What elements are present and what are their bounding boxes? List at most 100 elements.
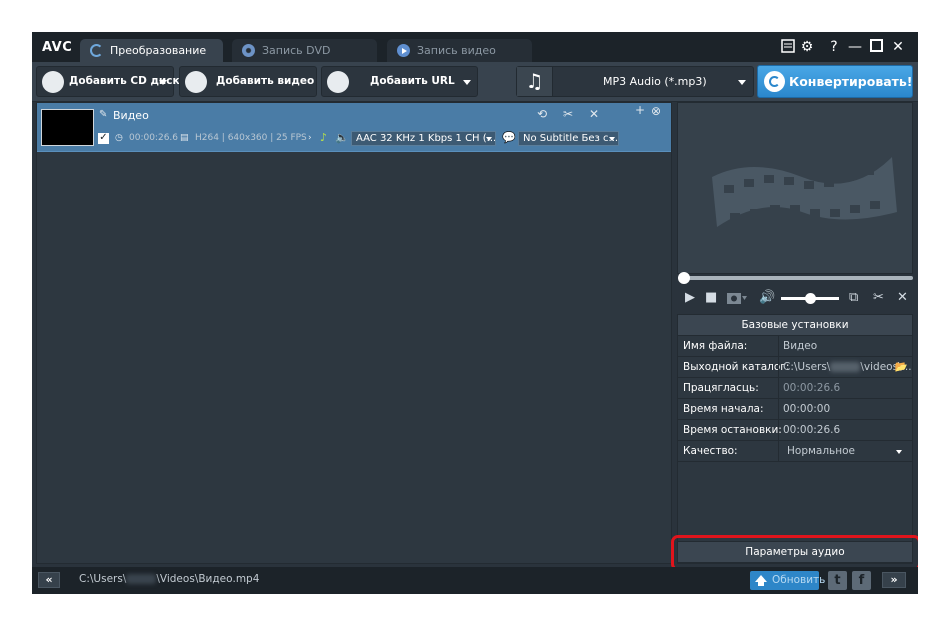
redacted-username: [830, 362, 861, 372]
add-video-button[interactable]: Добавить видео: [179, 66, 317, 97]
file-list[interactable]: ✎ Видео ✓ ◷ 00:00:26.6 ▤ H264 | 640x360 …: [36, 102, 672, 564]
chevron-down-icon: [486, 137, 492, 141]
scissors-icon[interactable]: ✂: [563, 107, 573, 121]
output-path-prefix: C:\Users\: [79, 573, 127, 585]
settings-key: Время остановки:: [683, 424, 782, 436]
minimize-icon[interactable]: —: [847, 39, 863, 55]
status-bar: « C:\Users\ \Videos\Видео.mp4 Обновить t …: [32, 567, 918, 594]
chevron-down-icon[interactable]: [463, 80, 471, 85]
video-thumbnail: [41, 109, 94, 146]
quality-select[interactable]: Нормальное: [778, 441, 912, 461]
pencil-icon[interactable]: ✎: [99, 109, 107, 120]
subtitle-value: No Subtitle Без с...: [523, 133, 619, 144]
film-add-icon: [185, 71, 207, 93]
film-reel-icon: [712, 157, 897, 227]
add-url-button[interactable]: Добавить URL: [321, 66, 478, 97]
globe-add-icon: [327, 71, 349, 93]
filename-field[interactable]: Видео: [778, 336, 912, 356]
settings-row-start-time: Время начала: 00:00:00: [678, 399, 912, 420]
volume-icon[interactable]: 🔊: [759, 291, 775, 305]
expand-button[interactable]: »: [882, 572, 906, 588]
settings-key: Працягласць:: [683, 382, 759, 394]
duration-value: 00:00:26.6: [778, 378, 912, 398]
output-dir-field[interactable]: C:\Users\ \videos\...: [778, 357, 912, 377]
twitter-icon[interactable]: t: [828, 571, 847, 590]
file-title[interactable]: Видео: [113, 109, 149, 122]
start-time-field[interactable]: 00:00:00: [778, 399, 912, 419]
maximize-icon[interactable]: [868, 39, 884, 55]
music-note-icon: ♪: [320, 131, 328, 144]
disc-icon: [242, 44, 255, 57]
chevron-down-icon: [609, 137, 615, 141]
close-icon[interactable]: ✕: [890, 39, 906, 55]
add-cd-button[interactable]: Добавить CD диск: [36, 66, 180, 97]
plus-icon[interactable]: +: [635, 103, 645, 117]
file-duration: 00:00:26.6: [129, 133, 179, 143]
camera-icon[interactable]: [727, 291, 747, 308]
output-path: C:\Users\ \Videos\Видео.mp4: [79, 573, 259, 585]
convert-button[interactable]: Конвертировать!: [757, 65, 913, 98]
stop-time-field[interactable]: 00:00:26.6: [778, 420, 912, 440]
toolbar: Добавить CD диск Добавить видео Добавить…: [32, 62, 918, 102]
seek-handle[interactable]: [678, 272, 690, 284]
preview-panel: [677, 102, 913, 274]
facebook-icon[interactable]: f: [852, 571, 871, 590]
add-video-label: Добавить видео: [216, 75, 315, 87]
chevron-down-icon[interactable]: [896, 450, 902, 454]
settings-key: Качество:: [683, 445, 738, 457]
player-controls: ▶ ■ 🔊 ⧉ ✂ ✕: [677, 284, 913, 312]
audio-track-select[interactable]: AAC 32 KHz 1 Kbps 1 CH (...: [351, 131, 496, 146]
scissors-icon[interactable]: ✂: [873, 291, 884, 305]
music-note-icon: ♫: [517, 67, 553, 96]
output-path-suffix: \Videos\Видео.mp4: [156, 573, 260, 585]
speech-bubble-icon: 💬: [502, 131, 516, 144]
add-url-label: Добавить URL: [370, 75, 455, 87]
copy-icon[interactable]: ⧉: [849, 291, 858, 305]
tab-dvd-burning[interactable]: Запись DVD: [232, 39, 377, 62]
tab-label: Запись DVD: [262, 44, 331, 57]
gear-icon[interactable]: ⚙: [799, 39, 815, 55]
clock-icon: ◷: [115, 133, 123, 143]
output-format-select[interactable]: ♫ MP3 Audio (*.mp3): [516, 66, 754, 97]
settings-row-output-dir: Выходной каталог: C:\Users\ \videos\... 📂: [678, 357, 912, 378]
play-icon[interactable]: ▶: [685, 291, 695, 305]
tab-conversion[interactable]: Преобразование: [80, 39, 223, 62]
output-dir-prefix: C:\Users\: [783, 361, 831, 373]
magic-wand-icon[interactable]: ✕: [897, 291, 908, 305]
stop-icon[interactable]: ■: [705, 291, 717, 305]
seek-track[interactable]: [682, 276, 913, 280]
settings-key: Имя файла:: [683, 340, 748, 352]
settings-row-quality: Качество: Нормальное: [678, 441, 912, 462]
settings-key: Выходной каталог:: [683, 361, 790, 373]
settings-row-duration: Працягласць: 00:00:26.6: [678, 378, 912, 399]
convert-icon: [764, 71, 785, 92]
app-logo: AVC: [42, 40, 73, 55]
chevron-down-icon[interactable]: [159, 80, 167, 85]
chevron-right-icon[interactable]: ›: [308, 133, 312, 143]
tab-video-recording[interactable]: Запись видео: [387, 39, 532, 62]
tab-label: Преобразование: [110, 44, 207, 57]
volume-slider[interactable]: [781, 293, 839, 304]
redacted-username: [126, 574, 157, 584]
list-settings-icon[interactable]: [780, 39, 796, 55]
update-button[interactable]: Обновить: [750, 571, 825, 590]
folder-open-icon[interactable]: 📂: [895, 357, 908, 377]
title-bar: AVC Преобразование Запись DVD Запись вид…: [32, 32, 918, 62]
settings-row-stop-time: Время остановки: 00:00:26.6: [678, 420, 912, 441]
file-list-item[interactable]: ✎ Видео ✓ ◷ 00:00:26.6 ▤ H264 | 640x360 …: [37, 103, 671, 152]
settings-row-filename: Имя файла: Видео: [678, 336, 912, 357]
film-strip-icon: ▤: [180, 133, 189, 143]
file-checkbox[interactable]: ✓: [98, 133, 109, 144]
refresh-icon: [90, 44, 103, 57]
upload-arrow-icon: [755, 575, 767, 586]
volume-handle[interactable]: [805, 293, 817, 304]
subtitle-select[interactable]: No Subtitle Без с...: [518, 131, 619, 146]
remove-icon[interactable]: ⊗: [651, 104, 661, 118]
seek-bar[interactable]: [678, 272, 913, 284]
help-icon[interactable]: ?: [826, 39, 842, 55]
refresh-icon[interactable]: ⟲: [537, 107, 547, 121]
collapse-button[interactable]: «: [38, 572, 60, 588]
magic-wand-icon[interactable]: ✕: [589, 107, 599, 121]
highlight-annotation: [671, 535, 918, 571]
basic-settings-panel: Базовые установки Имя файла: Видео Выход…: [677, 314, 913, 564]
